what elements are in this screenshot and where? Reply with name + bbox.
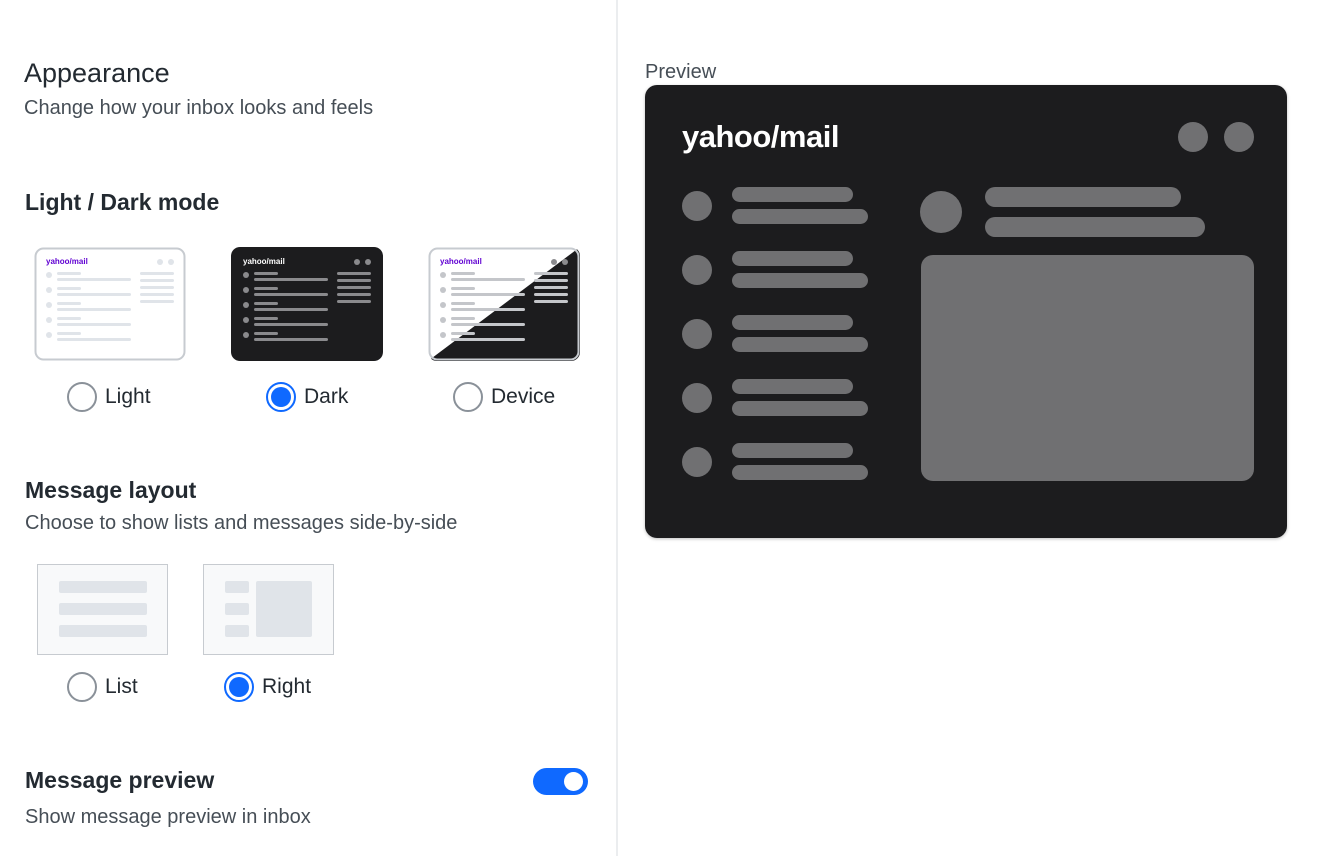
page-title: Appearance	[24, 58, 170, 88]
mini-logo-dark: yahoo/mail	[243, 257, 285, 266]
radio-unchecked-icon[interactable]	[67, 382, 97, 412]
mini-logo-light: yahoo/mail	[46, 257, 88, 266]
layout-option-label: List	[105, 675, 138, 698]
theme-thumb-device[interactable]: yahoo/mail	[428, 247, 580, 361]
theme-thumb-dark[interactable]: yahoo/mail	[231, 247, 383, 361]
mini-logo-device: yahoo/mail	[440, 257, 482, 266]
preview-placeholder-graphic	[682, 122, 1254, 481]
header-avatar-icon	[1178, 122, 1208, 152]
theme-thumb-light[interactable]: yahoo/mail	[34, 247, 186, 361]
layout-option-right[interactable]: Right	[224, 672, 311, 702]
column-divider	[616, 0, 618, 856]
theme-option-label: Dark	[304, 385, 349, 408]
layout-thumb-list[interactable]	[37, 564, 168, 655]
toggle-knob	[564, 772, 583, 791]
theme-option-light[interactable]: Light	[67, 382, 151, 412]
page-subtitle: Change how your inbox looks and feels	[24, 97, 374, 119]
preview-label: Preview	[645, 61, 717, 83]
theme-option-label: Device	[491, 385, 556, 408]
layout-option-label: Right	[262, 675, 312, 698]
layout-option-list[interactable]: List	[67, 672, 138, 702]
radio-checked-icon[interactable]	[224, 672, 254, 702]
theme-option-label: Light	[105, 385, 151, 408]
message-preview-toggle[interactable]	[533, 768, 588, 795]
header-settings-icon	[1224, 122, 1254, 152]
theme-option-dark[interactable]: Dark	[266, 382, 348, 412]
message-preview-title: Message preview	[25, 767, 215, 793]
layout-section-title: Message layout	[25, 477, 197, 503]
theme-option-device[interactable]: Device	[453, 382, 555, 412]
radio-checked-icon[interactable]	[266, 382, 296, 412]
message-preview-subtitle: Show message preview in inbox	[25, 806, 311, 828]
inbox-preview-card: yahoo/mail	[645, 85, 1287, 538]
appearance-settings-page: Appearance Change how your inbox looks a…	[0, 0, 1320, 856]
settings-panel: Appearance Change how your inbox looks a…	[0, 0, 616, 856]
radio-unchecked-icon[interactable]	[67, 672, 97, 702]
radio-unchecked-icon[interactable]	[453, 382, 483, 412]
layout-thumb-right[interactable]	[203, 564, 334, 655]
layout-section-subtitle: Choose to show lists and messages side-b…	[25, 512, 458, 534]
theme-section-title: Light / Dark mode	[25, 189, 220, 215]
